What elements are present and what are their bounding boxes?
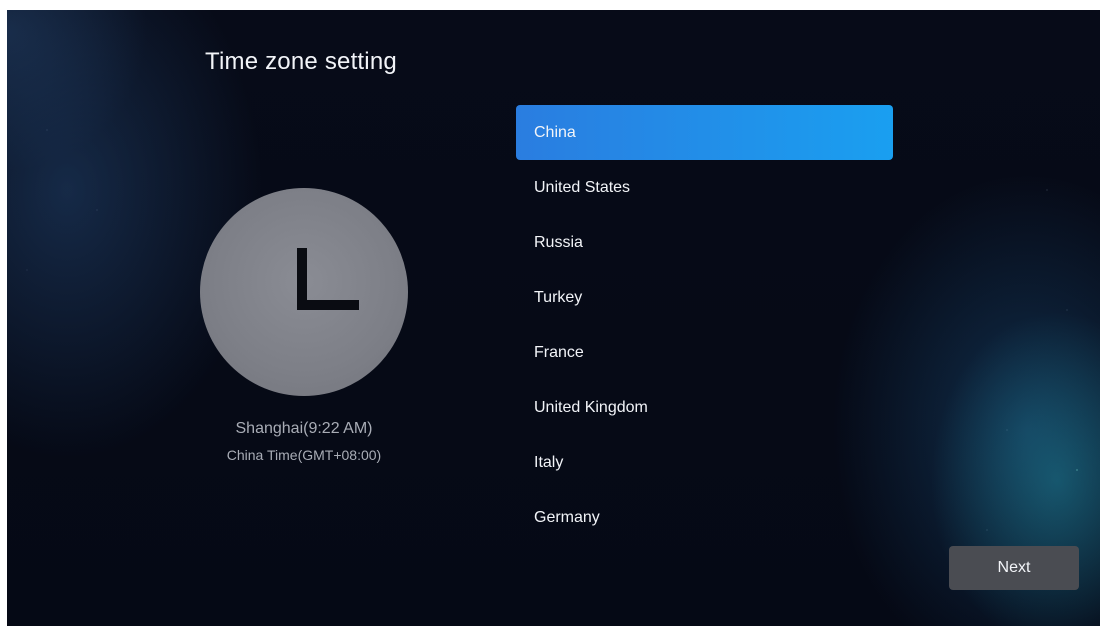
country-item-united-kingdom[interactable]: United Kingdom <box>516 380 893 435</box>
country-item-united-states[interactable]: United States <box>516 160 893 215</box>
country-item-china[interactable]: China <box>516 105 893 160</box>
clock-hands <box>297 248 359 310</box>
country-item-italy[interactable]: Italy <box>516 435 893 490</box>
country-item-russia[interactable]: Russia <box>516 215 893 270</box>
next-button[interactable]: Next <box>949 546 1079 590</box>
country-item-france[interactable]: France <box>516 325 893 380</box>
zone-name-label: China Time(GMT+08:00) <box>226 447 382 463</box>
setup-screen: Time zone setting Shanghai(9:22 AM) Chin… <box>7 10 1100 626</box>
outer-caption <box>0 0 1100 10</box>
country-item-germany[interactable]: Germany <box>516 490 893 545</box>
city-time-label: Shanghai(9:22 AM) <box>235 420 373 437</box>
country-item-turkey[interactable]: Turkey <box>516 270 893 325</box>
page-title: Time zone setting <box>205 48 397 75</box>
country-list: China United States Russia Turkey France… <box>516 105 893 545</box>
clock-icon <box>200 188 408 396</box>
clock-minute-hand <box>297 300 359 310</box>
